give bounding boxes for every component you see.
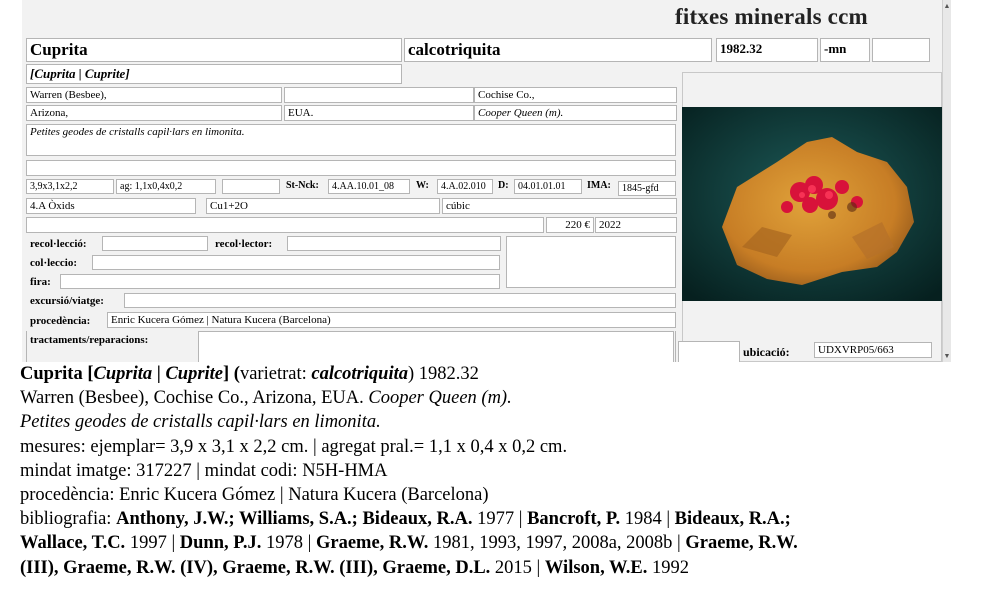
coleccio-label: col·leccio: (30, 257, 78, 269)
origin-label: procedència: (30, 315, 91, 327)
ubicacio-field[interactable]: UDXVRP05/663 (814, 342, 932, 358)
year-field[interactable]: 2022 (595, 217, 677, 233)
blank-field[interactable] (222, 179, 280, 194)
scroll-up-icon[interactable]: ▲ (943, 2, 951, 10)
summary-bibliography-line1: bibliografia: Anthony, J.W.; Williams, S… (20, 509, 791, 530)
mine-field[interactable]: Cooper Queen (m). (474, 105, 677, 121)
d-label: D: (498, 180, 509, 191)
summary-origin-line: procedència: Enric Kucera Gómez | Natura… (20, 485, 489, 506)
locality-field[interactable]: Warren (Besbee), (26, 87, 282, 103)
description-field[interactable]: Petites geodes de cristalls capil·lars e… (26, 124, 676, 156)
w-field[interactable]: 4.A.02.010 (437, 179, 493, 194)
treatments-input[interactable] (198, 331, 674, 362)
summary-locality-line: Warren (Besbee), Cochise Co., Arizona, E… (20, 388, 512, 409)
variety-field[interactable]: calcotriquita (404, 38, 712, 62)
crystal-system-field[interactable]: cúbic (442, 198, 677, 214)
ima-label: IMA: (587, 180, 611, 191)
summary-bibliography-line2: Wallace, T.C. 1997 | Dunn, P.J. 1978 | G… (20, 533, 798, 554)
strunz-field[interactable]: 4.AA.10.01_08 (328, 179, 410, 194)
trip-label: excursió/viatge: (30, 295, 104, 307)
origin-field[interactable]: Enric Kucera Gómez | Natura Kucera (Barc… (107, 312, 676, 328)
synonyms-field[interactable]: [Cuprita | Cuprite] (26, 64, 402, 84)
suffix-field[interactable]: -mn (820, 38, 870, 62)
notes-field[interactable] (26, 160, 676, 176)
strunz-label: St-Nck: (286, 180, 319, 191)
ima-field[interactable]: 1845-gfd (618, 181, 676, 196)
fira-label: fira: (30, 276, 51, 288)
scroll-down-icon[interactable]: ▼ (943, 352, 951, 360)
fira-field[interactable] (60, 274, 500, 289)
collector-field[interactable] (287, 236, 501, 251)
form-scrollbar[interactable]: ▲ ▼ (942, 0, 951, 362)
county-field[interactable]: Cochise Co., (474, 87, 677, 103)
locality2-field[interactable] (284, 87, 474, 103)
formula-field[interactable]: Cu1+2O (206, 198, 440, 214)
class-field[interactable]: 4.A Òxids (26, 198, 196, 214)
country-field[interactable]: EUA. (284, 105, 474, 121)
coleccio-field[interactable] (92, 255, 500, 270)
summary-title-line: Cuprita [Cuprita | Cuprite] (varietrat: … (20, 364, 479, 384)
summary-measures-line: mesures: ejemplar= 3,9 x 3,1 x 2,2 cm. |… (20, 436, 568, 457)
state-field[interactable]: Arizona, (26, 105, 282, 121)
ubicacio-blank-field[interactable] (678, 341, 740, 362)
extra-field[interactable] (872, 38, 930, 62)
record-summary: Cuprita [Cuprita | Cuprite] (varietrat: … (20, 362, 990, 580)
summary-bibliography-line3: (III), Graeme, R.W. (IV), Graeme, R.W. (… (20, 557, 690, 578)
d-field[interactable]: 04.01.01.01 (514, 179, 582, 194)
collector-label: recol·lector: (215, 238, 273, 250)
notes-box[interactable] (506, 236, 676, 288)
catalog-number-field[interactable]: 1982.32 (716, 38, 818, 62)
ubicacio-label: ubicació: (743, 345, 790, 359)
summary-mindat-line: mindat imatge: 317227 | mindat codi: N5H… (20, 460, 388, 481)
misc-field[interactable] (26, 217, 544, 233)
price-field[interactable]: 220 € (546, 217, 594, 233)
summary-description-line: Petites geodes de cristalls capil·lars e… (20, 412, 381, 433)
trip-field[interactable] (124, 293, 676, 308)
collection-label: recol·lecció: (30, 238, 87, 250)
specimen-size-field[interactable]: 3,9x3,1x2,2 (26, 179, 114, 194)
specimen-image (682, 107, 942, 301)
aggregate-size-field[interactable]: ag: 1,1x0,4x0,2 (116, 179, 216, 194)
app-title: fitxes minerals ccm (675, 4, 868, 29)
collection-field[interactable] (102, 236, 208, 251)
specimen-photo (682, 107, 942, 301)
species-field[interactable]: Cuprita (26, 38, 402, 62)
w-label: W: (416, 180, 429, 191)
